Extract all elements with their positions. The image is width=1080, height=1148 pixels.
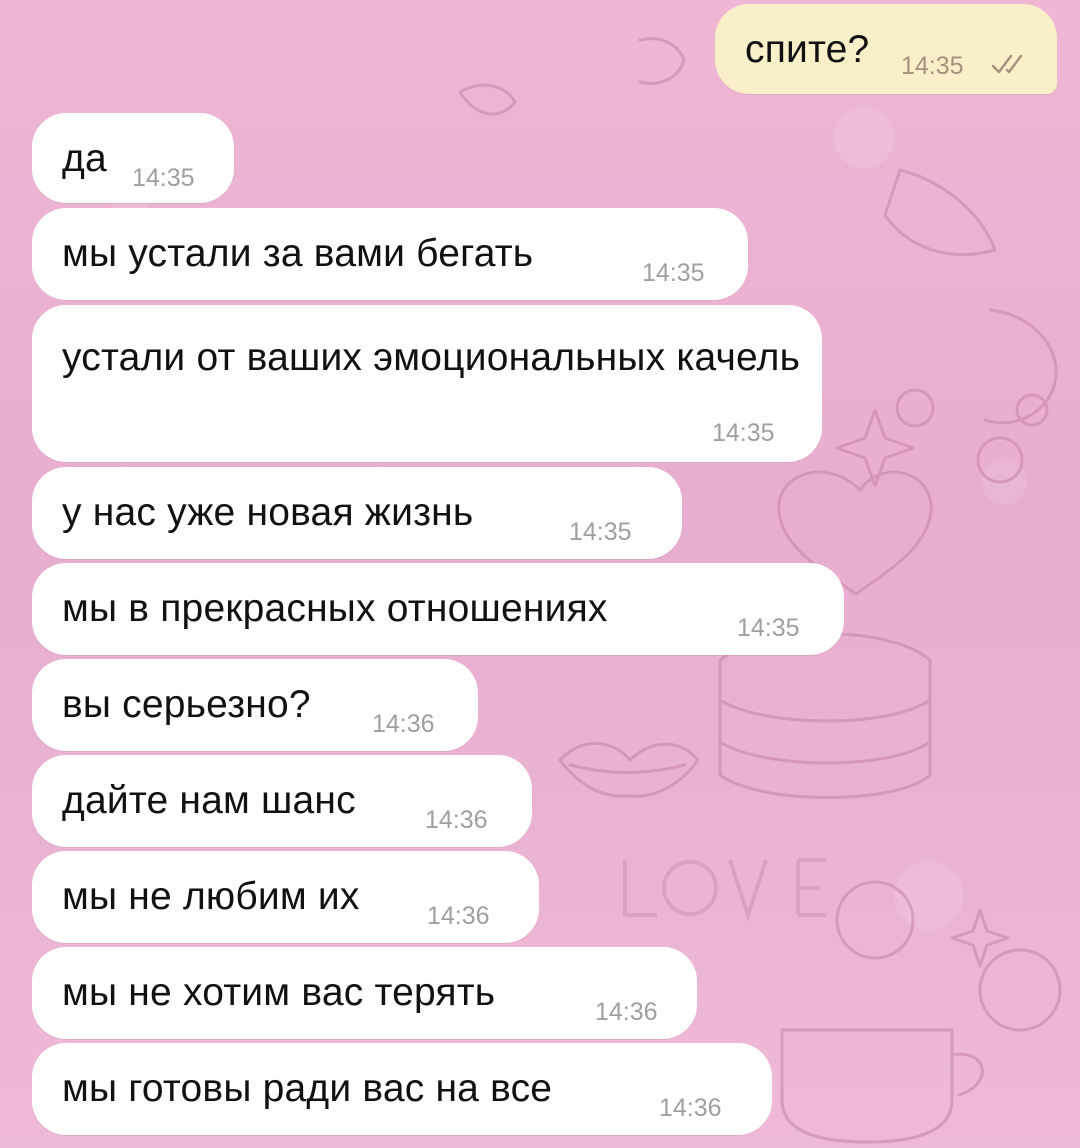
- cup-icon: [780, 1028, 954, 1144]
- message-time: 14:35: [737, 614, 800, 642]
- message-bubble-incoming[interactable]: мы готовы ради вас на все 14:36: [32, 1043, 772, 1135]
- message-bubble-incoming[interactable]: устали от ваших эмоциональных качель 14:…: [32, 305, 822, 462]
- message-time: 14:36: [595, 998, 658, 1026]
- message-text: мы не любим их: [62, 875, 360, 918]
- message-text: дайте нам шанс: [62, 779, 356, 822]
- message-text: устали от ваших эмоциональных качель: [62, 336, 801, 379]
- message-time: 14:35: [569, 518, 632, 546]
- message-time: 14:36: [659, 1094, 722, 1122]
- sparkle-icon: [835, 408, 915, 488]
- message-time: 14:36: [427, 902, 490, 930]
- message-text: мы в прекрасных отношениях: [62, 587, 608, 630]
- message-text: мы устали за вами бегать: [62, 232, 534, 275]
- lips-icon: [558, 742, 700, 798]
- message-bubble-incoming[interactable]: мы не любим их 14:36: [32, 851, 539, 943]
- love-text: [623, 858, 826, 922]
- message-bubble-incoming[interactable]: мы в прекрасных отношениях 14:35: [32, 563, 844, 655]
- message-time: 14:35: [901, 52, 964, 80]
- message-text: вы серьезно?: [62, 683, 311, 726]
- message-bubble-incoming[interactable]: вы серьезно? 14:36: [32, 659, 478, 751]
- message-time: 14:36: [372, 710, 435, 738]
- message-time: 14:35: [642, 259, 705, 287]
- double-check-icon: [991, 54, 1023, 74]
- message-text: у нас уже новая жизнь: [62, 491, 474, 534]
- message-bubble-outgoing[interactable]: спите? 14:35: [715, 4, 1057, 94]
- message-time: 14:35: [712, 419, 775, 447]
- chat-screen: спите? 14:35 да 14:35 мы устали за вами …: [0, 0, 1080, 1148]
- message-text: спите?: [745, 28, 870, 71]
- message-time: 14:36: [425, 806, 488, 834]
- message-text: мы не хотим вас терять: [62, 971, 496, 1014]
- message-time: 14:35: [132, 164, 195, 192]
- message-text: мы готовы ради вас на все: [62, 1067, 553, 1110]
- message-bubble-incoming[interactable]: дайте нам шанс 14:36: [32, 755, 532, 847]
- message-bubble-incoming[interactable]: мы устали за вами бегать 14:35: [32, 208, 748, 300]
- message-bubble-incoming[interactable]: мы не хотим вас терять 14:36: [32, 947, 697, 1039]
- message-text: да: [62, 137, 107, 180]
- message-bubble-incoming[interactable]: да 14:35: [32, 113, 234, 203]
- message-bubble-incoming[interactable]: у нас уже новая жизнь 14:35: [32, 467, 682, 559]
- cake-icon: [718, 632, 932, 799]
